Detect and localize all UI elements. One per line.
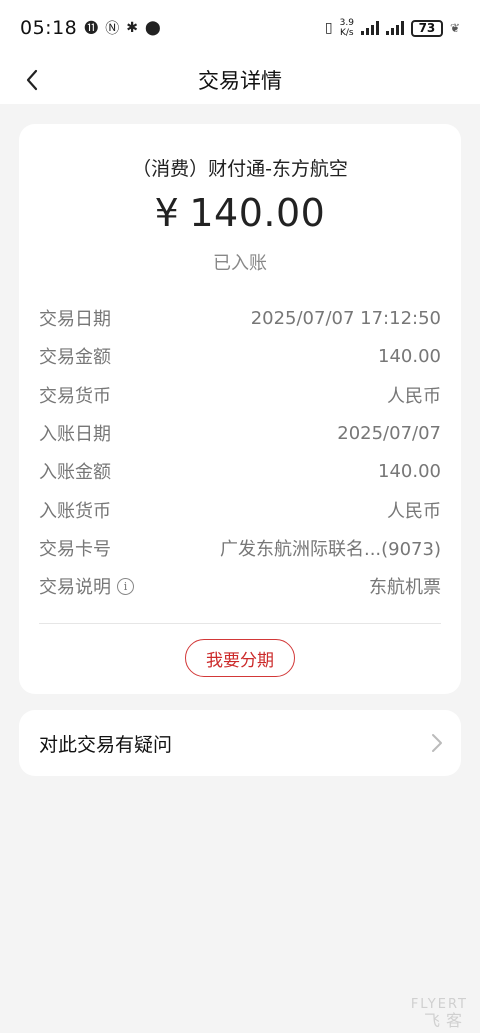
- vibrate-icon: ▯: [324, 20, 333, 36]
- detail-row-transaction-amount: 交易金额 140.00: [39, 337, 441, 375]
- row-value: 人民币: [387, 500, 441, 522]
- signal-2-icon: [385, 21, 404, 35]
- detail-row-posting-amount: 入账金额 140.00: [39, 452, 441, 490]
- row-label: 交易日期: [39, 309, 111, 331]
- detail-row-posting-date: 入账日期 2025/07/07: [39, 414, 441, 452]
- status-time: 05:18: [20, 17, 78, 39]
- row-value: 东航机票: [369, 577, 441, 599]
- net-speed-value: 3.9: [339, 18, 354, 28]
- page-content: （消费）财付通-东方航空 ¥140.00 已入账 交易日期 2025/07/07…: [0, 104, 480, 777]
- page-title: 交易详情: [198, 69, 282, 93]
- back-button[interactable]: [16, 64, 48, 96]
- row-value: 140.00: [378, 345, 441, 367]
- status-bar: 05:18 ⓫ Ⓝ ✱ ⬤ ▯ 3.9 K/s 73 ❦: [0, 0, 480, 56]
- nfc-icon: Ⓝ: [105, 21, 120, 37]
- transaction-detail-card: （消费）财付通-东方航空 ¥140.00 已入账 交易日期 2025/07/07…: [19, 124, 461, 695]
- detail-row-transaction-currency: 交易货币 人民币: [39, 376, 441, 414]
- dispute-label: 对此交易有疑问: [39, 733, 173, 756]
- chevron-right-icon: [432, 734, 442, 753]
- row-label: 交易货币: [39, 385, 111, 407]
- row-value: 广发东航洲际联名...(9073): [219, 538, 441, 560]
- chevron-left-icon: [26, 69, 38, 91]
- data-saver-icon: ⓫: [84, 21, 99, 37]
- watermark: FLYERT 飞客: [411, 997, 468, 1029]
- detail-row-posting-currency: 入账货币 人民币: [39, 490, 441, 528]
- info-icon[interactable]: i: [117, 577, 134, 595]
- detail-row-description: 交易说明 i 东航机票: [39, 567, 441, 605]
- net-speed: 3.9 K/s: [340, 18, 354, 38]
- row-value: 2025/07/07: [337, 422, 441, 444]
- amount-value: 140.00: [189, 191, 326, 235]
- detail-row-card-number: 交易卡号 广发东航洲际联名...(9073): [39, 529, 441, 567]
- signal-icon: [360, 21, 379, 35]
- row-value: 140.00: [378, 460, 441, 482]
- nav-bar: 交易详情: [0, 56, 480, 104]
- status-badge: 已入账: [213, 253, 267, 274]
- bluetooth-icon: ✱: [126, 20, 138, 36]
- row-label: 入账货币: [39, 500, 111, 522]
- watermark-cn: 飞客: [423, 1011, 468, 1030]
- row-value: 人民币: [387, 385, 441, 407]
- row-label: 交易卡号: [39, 538, 111, 560]
- transaction-amount: ¥140.00: [39, 191, 441, 235]
- leaf-icon: ❦: [449, 21, 460, 35]
- net-speed-unit: K/s: [339, 28, 354, 38]
- row-value: 2025/07/07 17:12:50: [250, 307, 441, 329]
- row-label: 入账金额: [39, 462, 111, 484]
- installment-button[interactable]: 我要分期: [185, 639, 295, 678]
- detail-row-transaction-date: 交易日期 2025/07/07 17:12:50: [39, 299, 441, 337]
- row-label: 入账日期: [39, 424, 111, 446]
- battery-icon: 73: [410, 19, 443, 37]
- row-label-with-info[interactable]: 交易说明 i: [39, 573, 134, 599]
- row-label: 交易金额: [39, 347, 111, 369]
- divider: [39, 623, 441, 625]
- merchant-name: （消费）财付通-东方航空: [132, 158, 348, 180]
- currency-symbol: ¥: [154, 191, 180, 235]
- dispute-transaction-row[interactable]: 对此交易有疑问: [19, 710, 461, 777]
- detail-rows: 交易日期 2025/07/07 17:12:50 交易金额 140.00 交易货…: [39, 299, 441, 605]
- row-label: 交易说明: [39, 577, 111, 599]
- location-icon: ⬤: [145, 20, 161, 36]
